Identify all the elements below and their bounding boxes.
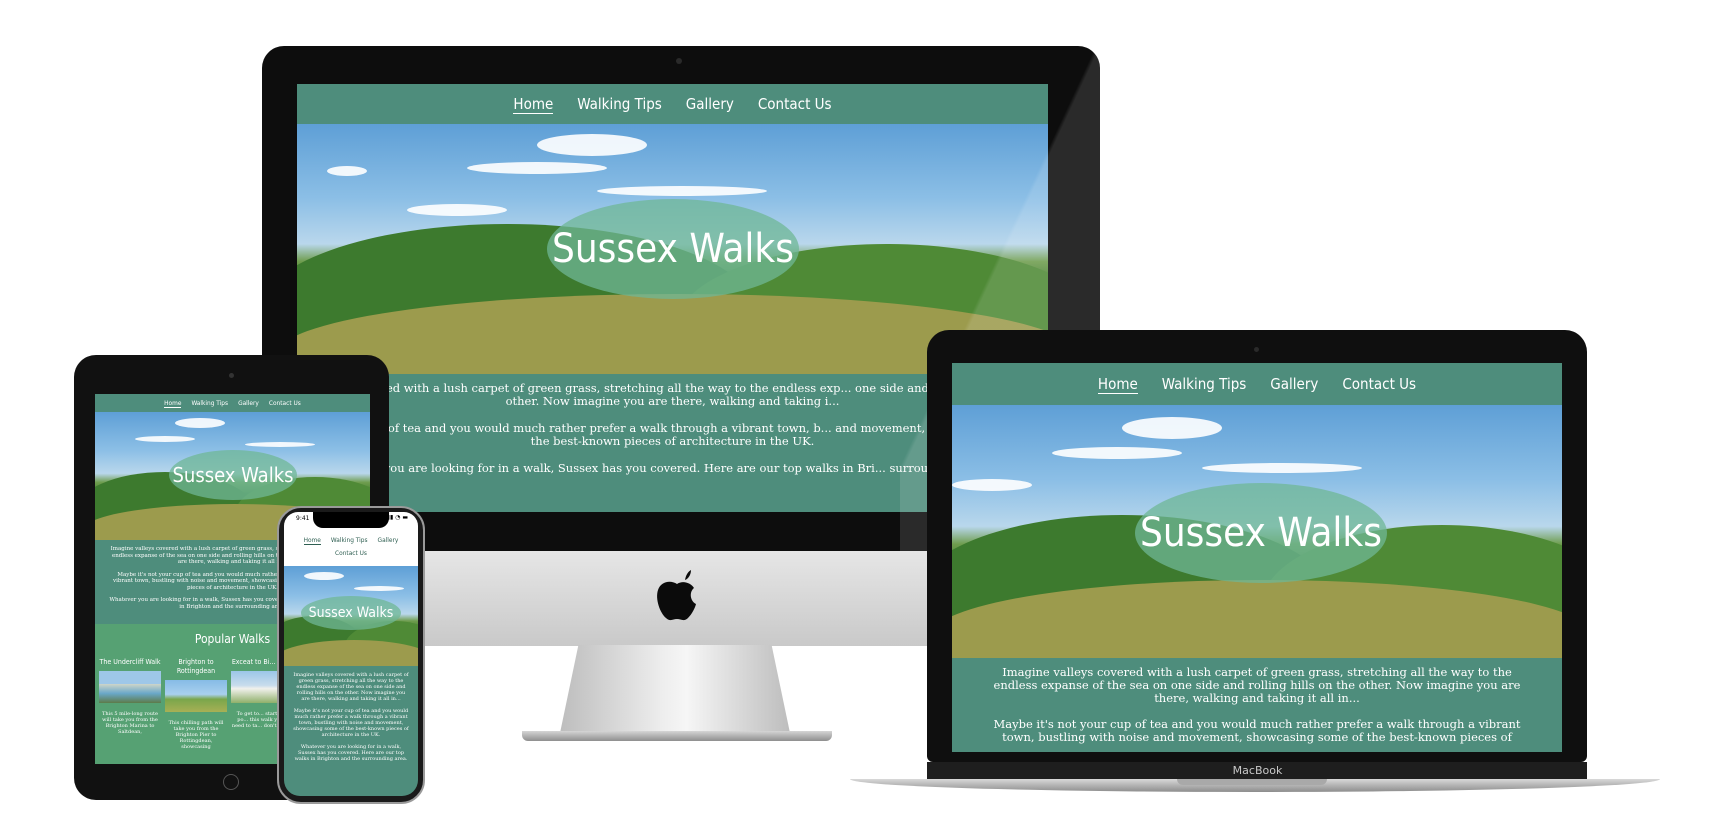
macbook-nav: Home Walking Tips Gallery Contact Us — [952, 363, 1562, 405]
nav-walking-tips-link[interactable]: Walking Tips — [1162, 375, 1247, 393]
walk-thumbnail — [165, 680, 227, 712]
intro-paragraph-2: Maybe it's not your cup of tea and you w… — [993, 717, 1521, 744]
iphone-time: 9:41 — [296, 515, 310, 522]
nav-walking-tips-link[interactable]: Walking Tips — [577, 95, 662, 113]
macbook-hero-image: Sussex Walks — [952, 405, 1562, 658]
nav-gallery-link[interactable]: Gallery — [378, 536, 399, 544]
macbook-intro-text: Imagine valleys covered with a lush carp… — [952, 666, 1562, 744]
intro-paragraph-3: Whatever you are looking for in a walk, … — [294, 744, 408, 762]
macbook-hero-title-oval: Sussex Walks — [1135, 483, 1387, 583]
nav-contact-link[interactable]: Contact Us — [269, 399, 301, 407]
iphone-notch — [313, 512, 389, 528]
nav-home-link[interactable]: Home — [164, 399, 182, 408]
nav-gallery-link[interactable]: Gallery — [1270, 375, 1318, 393]
iphone-intro-text: Imagine valleys covered with a lush carp… — [284, 672, 418, 796]
nav-home-link[interactable]: Home — [1097, 375, 1138, 394]
nav-contact-link[interactable]: Contact Us — [1342, 375, 1416, 393]
walk-description: This chilling path will take you from th… — [168, 720, 224, 750]
intro-paragraph-2: Maybe it's not your cup of tea and you w… — [293, 708, 409, 738]
iphone-hero-image: Sussex Walks — [284, 566, 418, 666]
nav-contact-link[interactable]: Contact Us — [758, 95, 832, 113]
walk-thumbnail — [99, 671, 161, 703]
nav-contact-link[interactable]: Contact Us — [335, 549, 367, 557]
ipad-nav: Home Walking Tips Gallery Contact Us — [95, 394, 370, 412]
ipad-home-button — [223, 774, 239, 790]
walk-title: The Undercliff Walk — [99, 658, 161, 666]
walk-card-undercliff[interactable]: The Undercliff Walk This 5 mile-long rou… — [99, 658, 161, 741]
iphone-hero-title-oval: Sussex Walks — [301, 596, 401, 630]
ipad-camera — [229, 373, 234, 378]
nav-gallery-link[interactable]: Gallery — [238, 399, 259, 407]
macbook-opening-notch — [1177, 779, 1327, 785]
hero-title: Sussex Walks — [308, 605, 394, 621]
macbook-label: MacBook — [1232, 764, 1283, 777]
apple-logo-icon — [657, 570, 696, 621]
iphone-nav: Home Walking Tips Gallery Contact Us — [284, 526, 418, 566]
intro-paragraph-1: Imagine valleys covered with a lush carp… — [993, 665, 1521, 705]
imac-stand-foot — [522, 731, 832, 741]
nav-home-link[interactable]: Home — [513, 95, 554, 114]
macbook-camera — [1254, 347, 1259, 352]
iphone-website: Home Walking Tips Gallery Contact Us Sus… — [284, 526, 418, 796]
ipad-hero-title-oval: Sussex Walks — [169, 450, 297, 500]
walk-title: Brighton to Rottingdean — [176, 658, 216, 675]
nav-gallery-link[interactable]: Gallery — [686, 95, 734, 113]
walk-card-rottingdean[interactable]: Brighton to Rottingdean This chilling pa… — [165, 658, 227, 750]
imac-stand — [560, 645, 790, 733]
intro-paragraph-1: Imagine valleys covered with a lush carp… — [293, 672, 409, 702]
hero-title: Sussex Walks — [1140, 510, 1382, 556]
signal-wifi-battery-icon: ▮▮ ◔ ▬ — [386, 514, 408, 521]
nav-walking-tips-link[interactable]: Walking Tips — [331, 536, 368, 544]
macbook-website: Home Walking Tips Gallery Contact Us Sus… — [952, 363, 1562, 752]
imac-camera — [676, 58, 682, 64]
nav-home-link[interactable]: Home — [303, 536, 321, 545]
imac-hero-title-oval: Sussex Walks — [547, 199, 799, 299]
hero-title: Sussex Walks — [172, 463, 294, 487]
nav-walking-tips-link[interactable]: Walking Tips — [191, 399, 228, 407]
hero-title: Sussex Walks — [552, 226, 794, 272]
walk-description: This 5 mile-long route will take you fro… — [102, 711, 158, 735]
